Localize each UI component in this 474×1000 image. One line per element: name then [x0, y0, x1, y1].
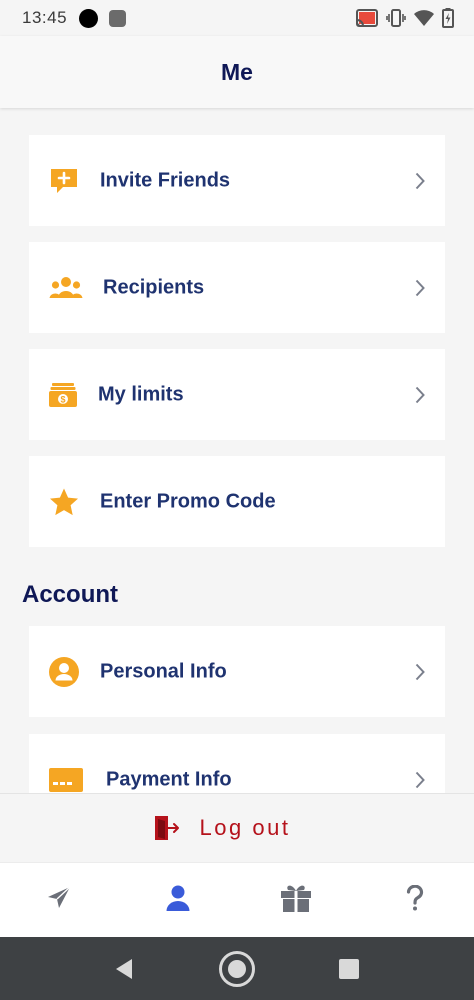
money-icon: $: [49, 382, 77, 408]
chevron-right-icon: [415, 771, 425, 789]
logout-label: Log out: [199, 815, 291, 840]
menu-item-my-limits[interactable]: $ My limits: [29, 349, 445, 440]
chevron-right-icon: [415, 279, 425, 297]
menu-item-label: Personal Info: [100, 660, 227, 682]
app-header: Me: [0, 36, 474, 108]
credit-card-icon: [49, 767, 83, 792]
notification-app-icon: [109, 9, 127, 27]
logout-button[interactable]: Log out: [0, 793, 474, 862]
chevron-right-icon: [415, 663, 425, 681]
menu-item-label: Enter Promo Code: [100, 490, 276, 512]
status-bar: 13:45: [0, 0, 474, 36]
chevron-right-icon: [415, 172, 425, 190]
menu-item-label: Invite Friends: [100, 169, 231, 191]
person-icon: [166, 885, 190, 916]
svg-text:$: $: [60, 394, 65, 404]
account-section-title: Account: [22, 581, 118, 608]
settings-content[interactable]: Invite Friends Recipients $ My limits En…: [0, 108, 474, 793]
chat-plus-icon: [49, 167, 79, 195]
gift-icon: [280, 883, 312, 918]
people-icon: [49, 276, 83, 300]
bottom-nav: [0, 862, 474, 937]
back-icon[interactable]: [114, 958, 134, 980]
page-title: Me: [221, 58, 253, 85]
nav-rewards[interactable]: [256, 863, 336, 938]
chevron-right-icon: [415, 386, 425, 404]
logout-icon: [154, 815, 180, 841]
menu-item-label: Recipients: [103, 276, 205, 298]
notification-dot-icon: [79, 8, 99, 28]
user-circle-icon: [49, 656, 79, 687]
menu-item-label: My limits: [98, 383, 184, 405]
recents-icon[interactable]: [339, 958, 359, 979]
menu-item-personal-info[interactable]: Personal Info: [29, 626, 445, 717]
star-icon: [49, 487, 79, 516]
menu-item-recipients[interactable]: Recipients: [29, 242, 445, 333]
vibrate-icon: [386, 9, 406, 27]
home-icon[interactable]: [218, 950, 256, 988]
menu-item-label: Payment Info: [106, 768, 232, 790]
status-time: 13:45: [22, 8, 68, 27]
question-icon: [406, 884, 424, 916]
menu-item-payment-info[interactable]: Payment Info: [29, 734, 445, 793]
nav-help[interactable]: [375, 863, 455, 938]
system-navigation-bar: [0, 937, 474, 1000]
nav-me[interactable]: [138, 863, 218, 938]
battery-icon: [442, 8, 454, 28]
menu-item-enter-promo-code[interactable]: Enter Promo Code: [29, 456, 445, 547]
cast-icon: [356, 9, 378, 27]
paper-plane-icon: [46, 886, 72, 915]
nav-send[interactable]: [19, 863, 99, 938]
wifi-icon: [414, 9, 434, 27]
status-icons: [356, 8, 454, 28]
menu-item-invite-friends[interactable]: Invite Friends: [29, 135, 445, 226]
